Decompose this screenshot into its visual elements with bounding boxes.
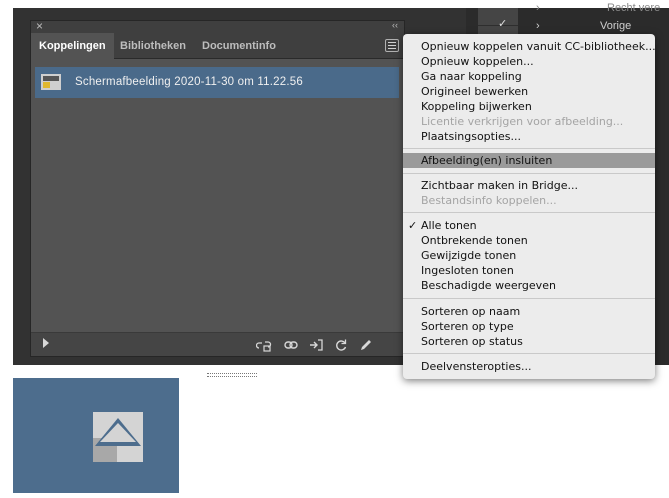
tab-bibliotheken[interactable]: Bibliotheken — [112, 33, 194, 59]
relink-chain-icon[interactable] — [283, 337, 299, 353]
menu-item-go-to-link[interactable]: Ga naar koppeling — [421, 69, 522, 84]
update-link-icon[interactable] — [333, 337, 349, 353]
show-link-info-arrow-icon[interactable] — [43, 338, 49, 348]
menu-item-placement-options[interactable]: Plaatsingsopties... — [421, 129, 521, 144]
menu-item-embed-images[interactable]: Afbeelding(en) insluiten — [403, 153, 655, 168]
menu-separator — [403, 212, 655, 213]
edit-original-icon[interactable] — [358, 337, 374, 353]
menu-separator — [403, 173, 655, 174]
image-thumbnail — [41, 74, 61, 90]
links-panel: × ‹‹ Koppelingen Bibliotheken Documentin… — [30, 19, 405, 377]
panel-tabs: Koppelingen Bibliotheken Documentinfo — [31, 33, 404, 59]
checkmark-icon: ✓ — [498, 18, 508, 30]
embed-image-icon — [93, 412, 143, 462]
right-dock-chevron-icon: › — [536, 20, 540, 32]
checkmark-icon: ✓ — [408, 219, 418, 232]
menu-item-sort-name[interactable]: Sorteren op naam — [421, 304, 520, 319]
tab-koppelingen[interactable]: Koppelingen — [31, 33, 114, 59]
link-list-item[interactable]: Schermafbeelding 2020-11-30 om 11.22.56 — [35, 67, 399, 98]
menu-item-relink-cc-library[interactable]: Opnieuw koppelen vanuit CC-bibliotheek..… — [421, 39, 656, 54]
panel-bottom-bar — [31, 332, 404, 356]
link-name: Schermafbeelding 2020-11-30 om 11.22.56 — [75, 76, 303, 88]
menu-item-update-link[interactable]: Koppeling bijwerken — [421, 99, 532, 114]
panel-menu-button[interactable] — [385, 39, 399, 52]
menu-separator — [403, 298, 655, 299]
panel-titlebar: × ‹‹ — [31, 19, 404, 33]
go-to-link-icon[interactable] — [308, 337, 324, 353]
menu-item-show-embedded[interactable]: Ingesloten tonen — [421, 263, 514, 278]
menu-item-sort-status[interactable]: Sorteren op status — [421, 334, 523, 349]
collapse-panel-icon[interactable]: ‹‹ — [392, 20, 398, 30]
menu-separator — [403, 353, 655, 354]
right-dock-chevron-icon: › — [536, 2, 540, 14]
panel-flyout-menu: Opnieuw koppelen vanuit CC-bibliotheek..… — [403, 34, 656, 379]
right-dock-item-label[interactable]: Recht vere — [607, 2, 660, 14]
menu-item-panel-options[interactable]: Deelvensteropties... — [421, 359, 531, 374]
close-icon[interactable]: × — [36, 19, 43, 33]
menu-item-sort-type[interactable]: Sorteren op type — [421, 319, 514, 334]
menu-item-relink[interactable]: Opnieuw koppelen... — [421, 54, 534, 69]
tab-documentinfo[interactable]: Documentinfo — [194, 33, 284, 59]
menu-item-edit-original[interactable]: Origineel bewerken — [421, 84, 528, 99]
menu-item-show-modified[interactable]: Gewijzigde tonen — [421, 248, 516, 263]
menu-item-link-file-info: Bestandsinfo koppelen... — [421, 194, 557, 207]
right-dock-item-label[interactable]: Vorige — [600, 20, 631, 32]
menu-item-reveal-in-bridge[interactable]: Zichtbaar maken in Bridge... — [421, 178, 578, 193]
menu-separator — [403, 148, 655, 149]
menu-item-license-image: Licentie verkrijgen voor afbeelding... — [421, 115, 624, 128]
resize-grip[interactable] — [207, 373, 257, 377]
relink-from-cc-icon[interactable] — [256, 337, 272, 353]
menu-item-show-broken[interactable]: Beschadigde weergeven — [421, 278, 556, 293]
menu-item-show-all[interactable]: Alle tonen — [421, 218, 477, 233]
embed-image-tile — [13, 378, 179, 493]
menu-item-show-missing[interactable]: Ontbrekende tonen — [421, 233, 528, 248]
